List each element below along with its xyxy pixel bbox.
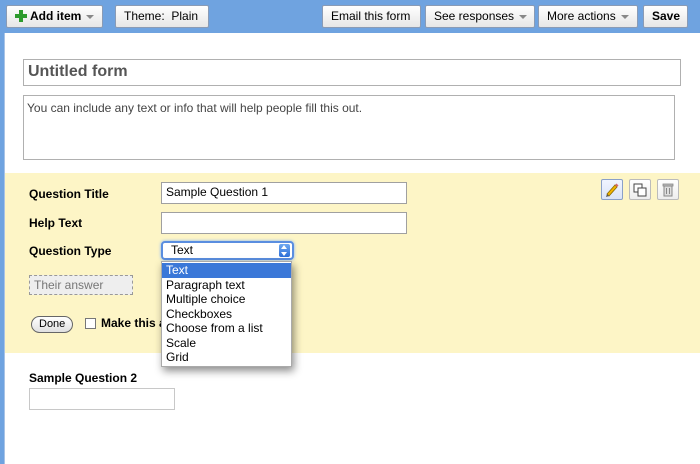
plus-icon [15, 10, 27, 22]
done-button[interactable]: Done [31, 316, 74, 333]
question-title-input[interactable]: Sample Question 1 [161, 182, 407, 204]
question-editor: Question Title Sample Question 1 Help Te… [5, 173, 700, 353]
question-2-title: Sample Question 2 [29, 371, 138, 385]
dropdown-option[interactable]: Checkboxes [162, 307, 291, 322]
answer-preview: Their answer [29, 275, 133, 295]
theme-button[interactable]: Theme: Plain [115, 5, 209, 28]
duplicate-icon [633, 183, 647, 197]
duplicate-question-button[interactable] [629, 179, 651, 200]
toolbar: Add item Theme: Plain Email this form Se… [0, 0, 700, 33]
required-checkbox[interactable] [85, 318, 96, 329]
dropdown-option[interactable]: Multiple choice [162, 292, 291, 307]
chevron-down-icon [519, 14, 528, 19]
save-button[interactable]: Save [643, 5, 688, 28]
question-type-select[interactable]: Text [161, 241, 294, 260]
stepper-arrows-icon [279, 244, 290, 257]
dropdown-option[interactable]: Grid [162, 350, 291, 365]
trash-icon [662, 183, 674, 197]
more-actions-button[interactable]: More actions [538, 5, 638, 28]
dropdown-option[interactable]: Scale [162, 336, 291, 351]
theme-label: Theme: [124, 9, 165, 23]
question-title-label: Question Title [29, 187, 109, 201]
chevron-down-icon [620, 14, 629, 19]
question-2-input[interactable] [29, 388, 175, 410]
form-title-input[interactable]: Untitled form [23, 59, 681, 86]
edit-question-button[interactable] [601, 179, 623, 200]
required-label: Make this a required question [101, 316, 161, 330]
see-responses-button[interactable]: See responses [425, 5, 535, 28]
question-type-value: Text [171, 243, 194, 257]
chevron-down-icon [86, 14, 95, 19]
theme-value: Plain [171, 9, 199, 23]
email-form-button[interactable]: Email this form [322, 5, 421, 28]
pencil-icon [606, 183, 619, 197]
dropdown-option[interactable]: Text [162, 263, 291, 278]
add-item-button[interactable]: Add item [6, 5, 103, 28]
question-type-dropdown[interactable]: Text Paragraph text Multiple choice Chec… [161, 261, 292, 367]
help-text-label: Help Text [29, 216, 83, 230]
form-editor-panel: Untitled form You can include any text o… [4, 33, 700, 464]
help-text-input[interactable] [161, 212, 407, 234]
dropdown-option[interactable]: Choose from a list [162, 321, 291, 336]
dropdown-option[interactable]: Paragraph text [162, 278, 291, 293]
delete-question-button[interactable] [657, 179, 679, 200]
form-description-input[interactable]: You can include any text or info that wi… [23, 95, 675, 160]
question-type-label: Question Type [29, 244, 112, 258]
